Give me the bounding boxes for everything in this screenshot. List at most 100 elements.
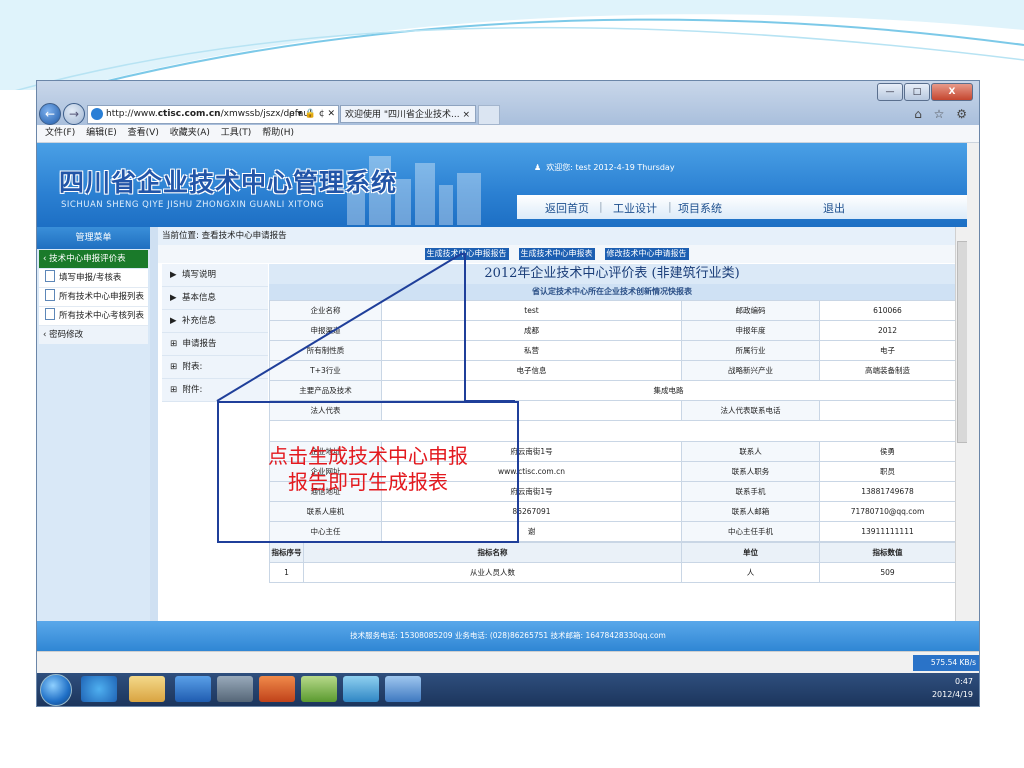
expand-plus-icon: ⊞ xyxy=(170,362,178,372)
minimize-button[interactable]: — xyxy=(877,83,903,101)
taskbar: 0:47 2012/4/19 xyxy=(37,673,979,706)
field-value: 71780710@qq.com xyxy=(819,501,956,522)
section-label: 附表: xyxy=(182,362,203,372)
column-header: 指标数值 xyxy=(819,542,956,563)
welcome-label: 欢迎您: test 2012-4-19 Thursday xyxy=(546,163,675,172)
field-label: 所属行业 xyxy=(681,340,820,361)
section-extra-info[interactable]: ▶ 补充信息 xyxy=(162,310,268,333)
document-icon xyxy=(45,308,55,320)
sidebar: 管理菜单 ‹ 技术中心申报评价表 填写申报/考核表 所有技术中心申报列表 所有技… xyxy=(37,227,150,643)
start-button[interactable] xyxy=(40,674,72,706)
sidebar-item-label: 所有技术中心考核列表 xyxy=(59,311,145,321)
sidebar-item-label: 填写申报/考核表 xyxy=(59,273,122,283)
sidebar-item-evaluation[interactable]: ‹ 技术中心申报评价表 xyxy=(39,250,148,268)
form-section-menu: ▶ 填写说明 ▶ 基本信息 ▶ 补充信息 ⊞ 申请报告 ⊞ 附表: ⊞ 附件: xyxy=(162,264,268,402)
menu-file[interactable]: 文件(F) xyxy=(45,128,75,138)
remote-taskbar-icon[interactable] xyxy=(385,676,421,702)
section-application-report[interactable]: ⊞ 申请报告 xyxy=(162,333,268,356)
field-label: 联系手机 xyxy=(681,481,820,502)
table-row: 1 从业人员人数人 509 xyxy=(269,562,956,583)
expand-plus-icon: ⊞ xyxy=(170,339,178,349)
ie-taskbar-icon[interactable] xyxy=(81,676,117,702)
section-basic-info[interactable]: ▶ 基本信息 xyxy=(162,287,268,310)
sidebar-item-all-assessments[interactable]: 所有技术中心考核列表 xyxy=(39,307,148,326)
menu-tools[interactable]: 工具(T) xyxy=(221,128,252,138)
nav-industrial-design[interactable]: 工业设计 xyxy=(613,200,657,216)
nav-logout[interactable]: 退出 xyxy=(823,200,845,216)
column-header: 指标名称 xyxy=(303,542,682,563)
welcome-text: ♟ 欢迎您: test 2012-4-19 Thursday xyxy=(534,162,675,173)
close-button[interactable]: X xyxy=(931,83,973,101)
page-vertical-scrollbar[interactable] xyxy=(955,227,967,643)
media-taskbar-icon[interactable] xyxy=(175,676,211,702)
web-page: 四川省企业技术中心管理系统 SICHUAN SHENG QIYE JISHU Z… xyxy=(37,143,967,643)
field-value: 成都 xyxy=(381,320,682,341)
field-label: 邮政编码 xyxy=(681,300,820,321)
section-label: 基本信息 xyxy=(181,293,216,303)
section-label: 申请报告 xyxy=(182,339,217,349)
powerpoint-taskbar-icon[interactable] xyxy=(259,676,295,702)
user-icon: ♟ xyxy=(534,163,542,172)
browser-titlebar: — □ X ← → http://www.ctisc.com.cn/xmwssb… xyxy=(37,81,979,125)
system-tray: 0:47 2012/4/19 xyxy=(932,675,973,701)
field-value: 高端装备制造 xyxy=(819,360,956,381)
expand-plus-icon: ⊞ xyxy=(170,385,178,395)
nav-home[interactable]: 返回首页 xyxy=(545,200,589,216)
menu-bar: 文件(F) 编辑(E) 查看(V) 收藏夹(A) 工具(T) 帮助(H) xyxy=(37,125,979,143)
section-instructions[interactable]: ▶ 填写说明 xyxy=(162,264,268,287)
column-header: 指标序号 xyxy=(269,542,304,563)
table-row: 主要产品及技术 集成电路 xyxy=(269,380,956,401)
edit-report-link[interactable]: 修改技术中心申请报告 xyxy=(604,248,689,260)
top-nav: 返回首页 | 工业设计 | 项目系统 退出 xyxy=(517,195,967,219)
status-bar: 575.54 KB/s xyxy=(37,651,979,674)
form-title: 2012年企业技术中心评价表 (非建筑行业类) xyxy=(269,264,955,284)
toolbar-icons[interactable]: ⌂ ☆ ⚙ xyxy=(914,107,971,121)
field-label: 申报年度 xyxy=(681,320,820,341)
document-icon xyxy=(45,270,55,282)
browser-tab[interactable]: 欢迎使用 "四川省企业技术... × xyxy=(340,105,476,123)
menu-view[interactable]: 查看(V) xyxy=(128,128,159,138)
site-banner: 四川省企业技术中心管理系统 SICHUAN SHENG QIYE JISHU Z… xyxy=(37,143,967,227)
slide-swoosh-decoration xyxy=(0,0,1024,90)
document-icon xyxy=(45,289,55,301)
browser-window: — □ X ← → http://www.ctisc.com.cn/xmwssb… xyxy=(36,80,980,707)
ie-icon xyxy=(91,108,103,120)
app-taskbar-icon[interactable] xyxy=(301,676,337,702)
table-row: 企业名称 test 邮政编码 610066 xyxy=(269,300,956,321)
sidebar-item-all-applications[interactable]: 所有技术中心申报列表 xyxy=(39,288,148,307)
form-subtitle: 省认定技术中心所在企业技术创新情况快报表 xyxy=(269,284,955,300)
expand-arrow-icon: ▶ xyxy=(170,316,177,326)
folder-taskbar-icon[interactable] xyxy=(129,676,165,702)
section-attachments[interactable]: ⊞ 附件: xyxy=(162,379,268,402)
field-value: 集成电路 xyxy=(381,380,956,401)
breadcrumb: 当前位置: 查看技术中心申请报告 xyxy=(158,227,955,246)
table-row: T+3行业 电子信息 战略新兴产业 高端装备制造 xyxy=(269,360,956,381)
maximize-button[interactable]: □ xyxy=(904,83,930,101)
section-attached-tables[interactable]: ⊞ 附表: xyxy=(162,356,268,379)
sidebar-item-fill-form[interactable]: 填写申报/考核表 xyxy=(39,269,148,288)
index-table: 指标序号 指标名称 单位 指标数值 1 从业人员人数人 509 xyxy=(269,542,956,583)
nav-project-system[interactable]: 项目系统 xyxy=(678,200,722,216)
network-speed-badge: 575.54 KB/s xyxy=(912,655,979,671)
forward-button[interactable]: → xyxy=(63,103,85,125)
address-bar[interactable]: http://www.ctisc.com.cn/xmwssb/jszx/defa… xyxy=(87,105,339,124)
field-value: 13911111111 xyxy=(819,521,956,542)
address-actions[interactable]: ρ ▾ 🔒 ¢ ✕ xyxy=(289,106,335,123)
generate-report-link[interactable]: 生成技术中心申报报告 xyxy=(424,248,509,260)
generate-form-link[interactable]: 生成技术中心申报表 xyxy=(518,248,595,260)
expand-arrow-icon: ▶ xyxy=(170,293,177,303)
back-button[interactable]: ← xyxy=(39,103,61,125)
scrollbar-thumb[interactable] xyxy=(957,241,967,443)
sidebar-item-label: 密码修改 xyxy=(49,330,84,340)
panel-splitter[interactable] xyxy=(150,227,158,643)
new-tab-button[interactable] xyxy=(478,105,500,125)
table-row: 所有制性质 私营 所属行业 电子 xyxy=(269,340,956,361)
menu-help[interactable]: 帮助(H) xyxy=(262,128,294,138)
tools-taskbar-icon[interactable] xyxy=(217,676,253,702)
menu-edit[interactable]: 编辑(E) xyxy=(86,128,117,138)
menu-favorites[interactable]: 收藏夹(A) xyxy=(170,128,210,138)
table-cell: 1 xyxy=(269,562,304,583)
field-value: test xyxy=(381,300,682,321)
paint-taskbar-icon[interactable] xyxy=(343,676,379,702)
sidebar-item-password[interactable]: ‹ 密码修改 xyxy=(39,326,148,344)
